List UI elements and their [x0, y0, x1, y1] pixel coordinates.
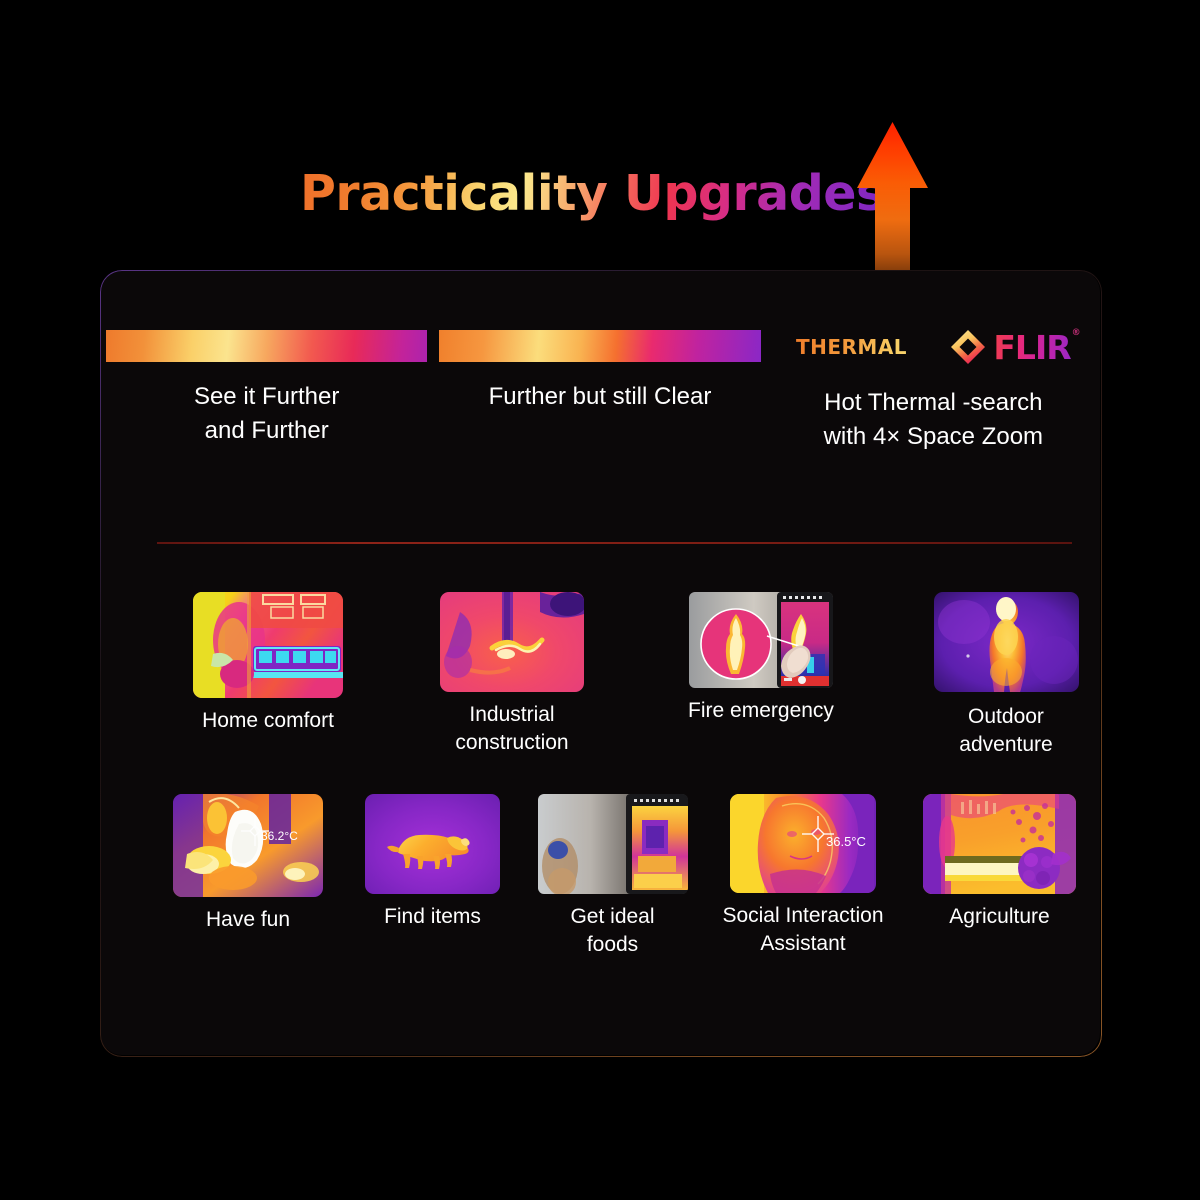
scenario-label: Industrial construction: [388, 701, 636, 757]
svg-text:36.2°C: 36.2°C: [261, 829, 298, 843]
thermal-people-indoor-image: 36.2°C: [173, 794, 323, 897]
page-title: Practicality Upgrades: [300, 165, 885, 222]
thermal-face-portrait-image: 36.5°C: [730, 794, 876, 893]
scenario-have-fun[interactable]: 36.2°C Have fun: [152, 794, 344, 959]
thermal-animal-purple-image: [365, 794, 500, 894]
subtitle-line: Hot Thermal -search: [824, 389, 1043, 416]
thermal-by-flir-logo: THERMAL BY FLIR ®: [773, 327, 1094, 367]
scenario-social-interaction-assistant[interactable]: 36.5°C Social Interaction Assistant: [704, 794, 902, 959]
subtitle-line: and Further: [204, 416, 329, 444]
flir-diamond-icon: [951, 330, 986, 364]
flir-wordmark: FLIR ®: [993, 327, 1081, 367]
feature-resolution: 80*60 pixels Further but still Clear: [433, 330, 766, 505]
feature-space-zoom: 4× Space Zoom See it Further and Further: [100, 330, 433, 505]
scenario-home-comfort[interactable]: Home comfort: [148, 592, 388, 759]
scenario-label: Agriculture: [949, 905, 1050, 928]
feature-resolution-heading: 80*60 pixels: [439, 330, 761, 362]
thermal-phone-magnifier-image: [689, 592, 833, 688]
feature-flir-subtitle: Hot Thermal -search with 4× Space Zoom: [773, 386, 1094, 454]
scenario-get-ideal-foods[interactable]: Get ideal foods: [521, 794, 704, 959]
scenario-label: Fire emergency: [688, 699, 834, 722]
feature-space-zoom-subtitle: See it Further and Further: [106, 380, 427, 448]
subtitle-line: See it Further: [193, 382, 340, 410]
title-area: Practicality Upgrades: [0, 0, 1200, 300]
flir-text: FLIR: [993, 327, 1071, 367]
thermal-pipe-leak-image: [440, 592, 584, 692]
svg-text:36.5°C: 36.5°C: [826, 834, 866, 849]
subtitle-line: with 4× Space Zoom: [823, 423, 1044, 451]
by-word: BY: [914, 335, 941, 359]
scenario-row-2: 36.2°C Have fun Find items Get ideal foo…: [152, 794, 1100, 959]
scenario-find-items[interactable]: Find items: [344, 794, 521, 959]
scenario-label-text: Get ideal foods: [570, 905, 655, 956]
feature-space-zoom-heading: 4× Space Zoom: [106, 330, 428, 362]
subtitle-line: Further but still Clear: [488, 382, 712, 410]
thermal-by-text: THERMAL BY: [796, 335, 940, 359]
thermal-greenhouse-image: [923, 794, 1076, 894]
thermal-person-purple-image: [933, 592, 1079, 692]
scenario-label-text: Social Interaction Assistant: [722, 904, 884, 955]
feature-card: 4× Space Zoom See it Further and Further…: [100, 270, 1100, 1055]
thermal-word: THERMAL: [795, 335, 908, 359]
scenario-label: Social Interaction Assistant: [704, 902, 902, 958]
thermal-ac-unit-image: [193, 592, 343, 698]
feature-flir: THERMAL BY FLIR ® Hot Thermal -search wi…: [767, 327, 1100, 505]
scenario-label-text: Outdoor adventure: [959, 705, 1053, 756]
thermal-phone-food-image: [537, 794, 688, 894]
scenario-label: Outdoor adventure: [886, 703, 1100, 759]
scenario-row-1: Home comfort Industrial construction Fir…: [148, 592, 1100, 759]
scenario-label: Home comfort: [202, 709, 334, 732]
feature-highlights-row: 4× Space Zoom See it Further and Further…: [100, 327, 1100, 505]
scenario-agriculture[interactable]: Agriculture: [902, 794, 1097, 959]
feature-resolution-subtitle: Further but still Clear: [439, 380, 760, 414]
section-divider: [157, 542, 1072, 544]
scenario-label: Find items: [384, 905, 481, 928]
scenario-outdoor-adventure[interactable]: Outdoor adventure: [886, 592, 1100, 759]
scenario-industrial-construction[interactable]: Industrial construction: [388, 592, 636, 759]
scenario-label-text: Industrial construction: [455, 703, 569, 754]
scenario-fire-emergency[interactable]: Fire emergency: [636, 592, 886, 759]
registered-mark-icon: ®: [1071, 327, 1081, 338]
scenario-label: Get ideal foods: [521, 903, 704, 959]
scenario-label: Have fun: [205, 908, 291, 931]
